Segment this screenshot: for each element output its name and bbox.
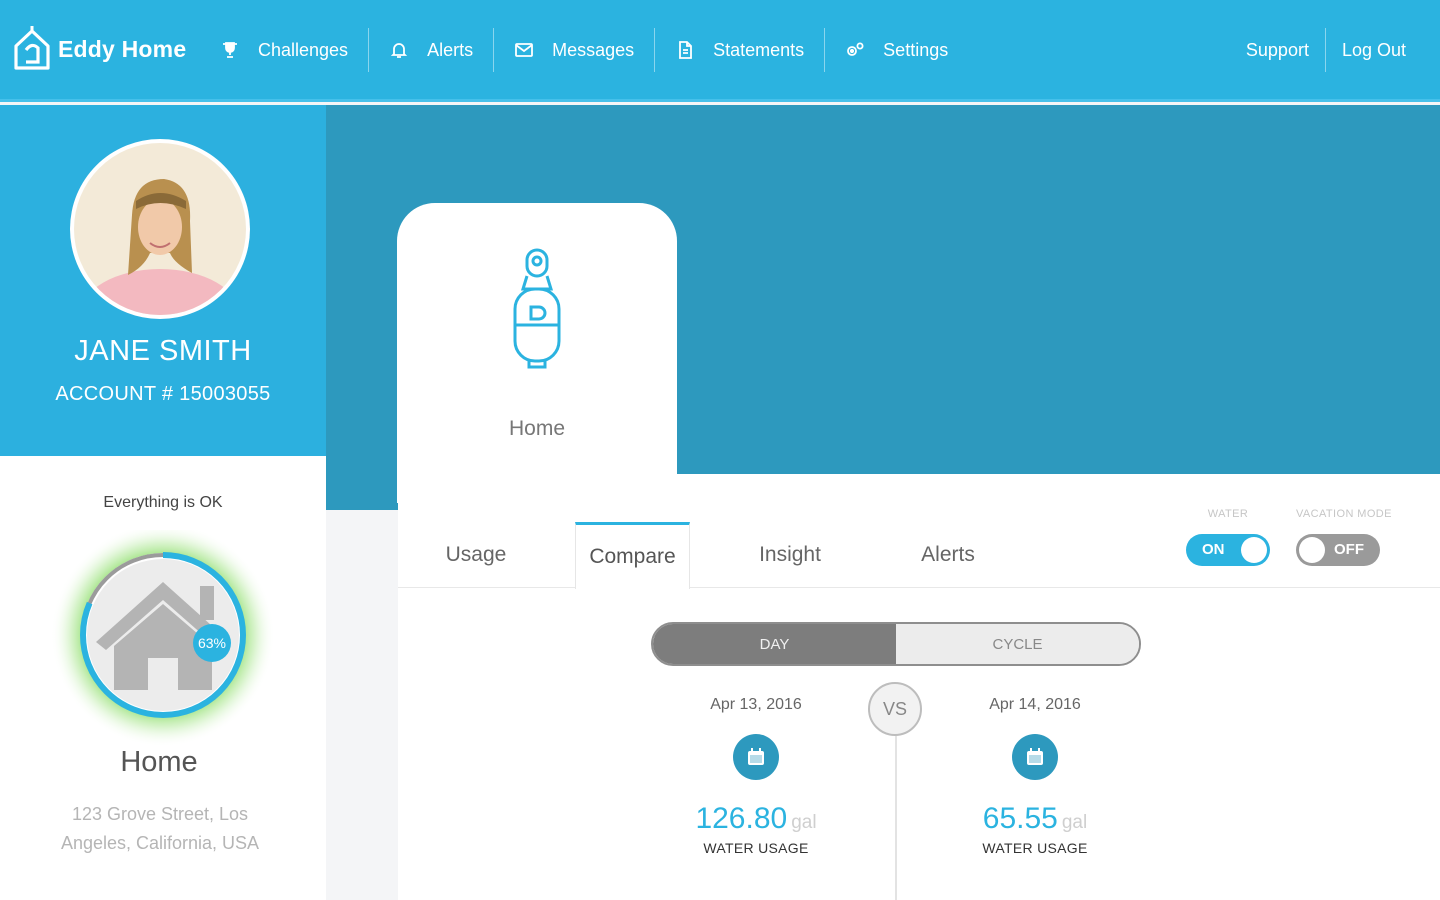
- right-calendar-button[interactable]: [1012, 734, 1058, 780]
- account-number: ACCOUNT # 15003055: [55, 383, 271, 405]
- trophy-icon: [223, 42, 237, 58]
- vacation-label: VACATION MODE: [1296, 508, 1392, 520]
- house-logo-icon: [14, 26, 50, 70]
- banner-strip: [326, 474, 398, 510]
- left-usage: 126.80 gal: [646, 802, 866, 836]
- vs-badge: VS: [868, 682, 922, 736]
- toggle-knob: [1241, 537, 1267, 563]
- right-usage-label: WATER USAGE: [982, 840, 1088, 856]
- nav-label: Alerts: [427, 39, 474, 60]
- logout-link[interactable]: Log Out: [1326, 26, 1422, 74]
- profile-panel: JANE SMITH ACCOUNT # 15003055: [0, 105, 326, 456]
- water-meter-icon: [513, 248, 561, 369]
- left-calendar-button[interactable]: [733, 734, 779, 780]
- toggle-state: ON: [1202, 541, 1225, 558]
- vs-divider: [895, 735, 897, 900]
- nav-right: Support Log Out: [1230, 26, 1422, 74]
- vacation-toggle-group: VACATION MODE OFF: [1296, 508, 1392, 566]
- top-nav-bar: Eddy Home Challenges Alerts Messages Sta…: [0, 0, 1440, 102]
- period-segmented-control: DAY CYCLE: [651, 622, 1141, 666]
- nav-challenges[interactable]: Challenges: [200, 26, 368, 74]
- home-name: Home: [120, 746, 198, 778]
- bell-icon: [390, 43, 408, 58]
- tab-alerts[interactable]: Alerts: [888, 522, 1008, 588]
- left-date: Apr 13, 2016: [710, 696, 802, 713]
- nav-alerts[interactable]: Alerts: [369, 26, 493, 74]
- user-name: JANE SMITH: [74, 335, 252, 367]
- status-text: Everything is OK: [103, 494, 223, 511]
- device-label: Home: [508, 417, 566, 440]
- tab-insight[interactable]: Insight: [728, 522, 852, 588]
- percent-label: 63%: [198, 635, 226, 651]
- user-photo: [74, 143, 246, 315]
- nav-label: Settings: [883, 39, 949, 60]
- toggle-state: OFF: [1334, 541, 1364, 558]
- right-usage: 65.55 gal: [925, 802, 1145, 836]
- nav-settings[interactable]: Settings: [825, 26, 968, 74]
- nav-statements[interactable]: Statements: [655, 26, 824, 74]
- toggle-knob: [1299, 537, 1325, 563]
- water-toggle[interactable]: ON: [1186, 534, 1270, 566]
- brand[interactable]: Eddy Home: [12, 26, 186, 72]
- tab-compare[interactable]: Compare: [575, 522, 690, 589]
- segment-day[interactable]: DAY: [653, 624, 896, 664]
- support-link[interactable]: Support: [1230, 26, 1325, 74]
- nav-messages[interactable]: Messages: [494, 26, 654, 74]
- document-icon: [679, 41, 693, 59]
- envelope-icon: [515, 43, 533, 57]
- main-nav: Challenges Alerts Messages Statements Se…: [200, 26, 968, 74]
- tab-bar: Usage Compare Insight Alerts: [398, 522, 1440, 589]
- brand-name: Eddy Home: [58, 35, 187, 62]
- water-label: WATER: [1207, 508, 1249, 520]
- nav-label: Messages: [552, 39, 635, 60]
- segment-cycle[interactable]: CYCLE: [896, 624, 1139, 664]
- vacation-toggle[interactable]: OFF: [1296, 534, 1380, 566]
- water-toggle-group: WATER ON: [1186, 508, 1270, 566]
- left-usage-unit: gal: [791, 812, 817, 833]
- calendar-icon: [748, 748, 764, 765]
- left-usage-label: WATER USAGE: [703, 840, 809, 856]
- home-address: 123 Grove Street, Los Angeles, Californi…: [60, 804, 260, 853]
- right-usage-unit: gal: [1061, 812, 1088, 833]
- compare-right: Apr 14, 2016 65.55 gal WATER USAGE: [925, 696, 1145, 856]
- right-usage-value: 65.55: [982, 802, 1058, 835]
- nav-label: Statements: [713, 39, 805, 60]
- calendar-icon: [1027, 748, 1043, 765]
- compare-left: Apr 13, 2016 126.80 gal WATER USAGE: [646, 696, 866, 856]
- tab-usage[interactable]: Usage: [398, 522, 554, 588]
- home-summary-card: Everything is OK 63% Home 123 Grove Stre…: [0, 456, 326, 900]
- device-tab[interactable]: Home: [397, 203, 677, 503]
- left-usage-value: 126.80: [695, 802, 788, 835]
- avatar[interactable]: [70, 139, 250, 319]
- nav-label: Challenges: [258, 39, 349, 60]
- gutter: [326, 510, 398, 900]
- gears-icon: [847, 42, 864, 56]
- usage-gauge[interactable]: 63%: [50, 530, 276, 756]
- right-date: Apr 14, 2016: [989, 696, 1081, 713]
